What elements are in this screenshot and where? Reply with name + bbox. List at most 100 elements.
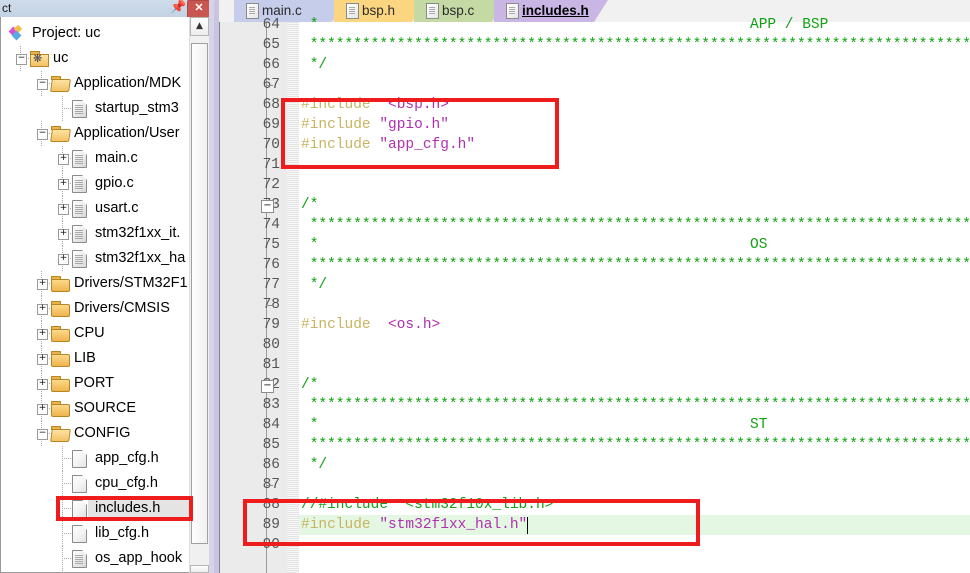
code-line[interactable]: 71 <box>220 155 970 175</box>
comment-text: ****************************************… <box>301 257 970 273</box>
editor-body[interactable]: 64 * APP / BSP 65 ************************… <box>219 17 970 573</box>
tree-collapse-icon[interactable]: − <box>37 129 48 140</box>
line-number: 69 <box>262 117 280 133</box>
code-line[interactable]: 89 #include "stm32f1xx_hal.h" <box>220 515 970 535</box>
tree-item-os-app-hook[interactable]: os_app_hook <box>1 546 189 571</box>
pin-icon[interactable]: 📌 <box>170 1 186 15</box>
code-line[interactable]: 64 * APP / BSP <box>220 15 970 35</box>
project-tree-scrollbar[interactable]: ▲ <box>189 17 209 573</box>
tree-expand-icon[interactable]: + <box>37 354 48 365</box>
code-line[interactable]: 67 <box>220 75 970 95</box>
code-line[interactable]: 76 *************************************… <box>220 255 970 275</box>
code-line[interactable]: 65 *************************************… <box>220 35 970 55</box>
tree-expand-icon[interactable]: + <box>37 379 48 390</box>
code-line[interactable]: 72 <box>220 175 970 195</box>
code-line[interactable]: 81 <box>220 355 970 375</box>
tree-item-main-c[interactable]: + main.c <box>1 146 189 171</box>
tree-item-label: main.c <box>95 150 138 166</box>
close-icon[interactable]: ✕ <box>187 0 211 18</box>
folder-open-icon <box>50 76 71 92</box>
line-number: 85 <box>262 437 280 453</box>
tree-item-config[interactable]: − CONFIG <box>1 421 189 446</box>
code-line[interactable]: 74 *************************************… <box>220 215 970 235</box>
tree-item-cpu[interactable]: + CPU <box>1 321 189 346</box>
project-tree[interactable]: Project: uc − ❋ uc − Application/MDK startup_s… <box>1 17 189 573</box>
line-number: 79 <box>262 317 280 333</box>
tree-item-app-cfg-h[interactable]: app_cfg.h <box>1 446 189 471</box>
tree-item-drivers-cmsis[interactable]: + Drivers/CMSIS <box>1 296 189 321</box>
code-line[interactable]: 87 <box>220 475 970 495</box>
tree-collapse-icon[interactable]: − <box>16 54 27 65</box>
tree-item-uc[interactable]: − ❋ uc <box>1 46 189 71</box>
tree-collapse-icon[interactable]: − <box>37 79 48 90</box>
tree-collapse-icon[interactable]: − <box>37 429 48 440</box>
code-line[interactable]: 90 <box>220 535 970 555</box>
tree-item-lib-cfg-h[interactable]: lib_cfg.h <box>1 521 189 546</box>
tree-item-source[interactable]: + SOURCE <box>1 396 189 421</box>
tree-expand-icon[interactable]: + <box>58 254 69 265</box>
scrollbar-thumb[interactable] <box>191 43 208 544</box>
folder-icon <box>51 276 70 292</box>
tree-item-lib[interactable]: + LIB <box>1 346 189 371</box>
code-text: /* <box>301 375 318 395</box>
tree-item-port[interactable]: + PORT <box>1 371 189 396</box>
file-source-icon <box>72 550 87 568</box>
tree-item-startup-stm3[interactable]: startup_stm3 <box>1 96 189 121</box>
tree-expand-icon[interactable]: + <box>37 329 48 340</box>
tree-item-cpu-cfg-h[interactable]: cpu_cfg.h <box>1 471 189 496</box>
line-number: 77 <box>262 277 280 293</box>
scroll-up-arrow-icon[interactable]: ▲ <box>190 17 209 36</box>
tree-expand-icon[interactable]: + <box>58 179 69 190</box>
file-source-icon <box>72 225 87 243</box>
code-line[interactable]: 84 * ST <box>220 415 970 435</box>
tree-item-usart-c[interactable]: + usart.c <box>1 196 189 221</box>
code-line[interactable]: 85 *************************************… <box>220 435 970 455</box>
line-number: 66 <box>262 57 280 73</box>
code-line[interactable]: 83 *************************************… <box>220 395 970 415</box>
code-line[interactable]: 77 */ <box>220 275 970 295</box>
tree-expand-icon[interactable]: + <box>37 279 48 290</box>
tree-item-gpio-c[interactable]: + gpio.c <box>1 171 189 196</box>
code-line[interactable]: 70 #include "app_cfg.h" <box>220 135 970 155</box>
tree-item-stm32f1xx-ha[interactable]: + stm32f1xx_ha <box>1 246 189 271</box>
scroll-down-arrow-icon[interactable] <box>190 565 209 573</box>
code-line[interactable]: 73−/* <box>220 195 970 215</box>
line-number: 89 <box>262 517 280 533</box>
tree-item-stm32f1xx-it[interactable]: + stm32f1xx_it. <box>1 221 189 246</box>
code-line[interactable]: 80 <box>220 335 970 355</box>
tree-expand-icon[interactable]: + <box>58 204 69 215</box>
tree-expand-icon[interactable]: + <box>37 404 48 415</box>
fold-collapse-icon[interactable]: − <box>261 380 274 393</box>
line-number: 74 <box>262 217 280 233</box>
code-line[interactable]: 69 #include "gpio.h" <box>220 115 970 135</box>
tree-connector <box>62 521 63 546</box>
code-line[interactable]: 78 <box>220 295 970 315</box>
preprocessor-directive: #include <box>301 317 371 333</box>
file-header-icon <box>72 450 87 468</box>
code-line[interactable]: 75 * OS <box>220 235 970 255</box>
code-line[interactable]: 66 */ <box>220 55 970 75</box>
file-header-icon <box>72 500 87 518</box>
code-line[interactable]: 79 #include <os.h> <box>220 315 970 335</box>
folder-icon <box>51 401 70 417</box>
line-number: 84 <box>262 417 280 433</box>
code-line[interactable]: 88 //#include <stm32f10x_lib.h> <box>220 495 970 515</box>
code-line[interactable]: 86 */ <box>220 455 970 475</box>
code-line[interactable]: 68 #include <bsp.h> <box>220 95 970 115</box>
tree-expand-icon[interactable]: + <box>37 304 48 315</box>
include-target: "app_cfg.h" <box>379 137 476 153</box>
tree-item-application-user[interactable]: − Application/User <box>1 121 189 146</box>
code-text: */ <box>301 55 327 75</box>
line-number: 76 <box>262 257 280 273</box>
tree-expand-icon[interactable]: + <box>58 229 69 240</box>
code-line[interactable]: 82−/* <box>220 375 970 395</box>
file-source-icon <box>72 175 87 193</box>
project-tree-frame: Project: uc − ❋ uc − Application/MDK startup_s… <box>0 17 209 573</box>
tree-item-label: PORT <box>74 375 115 391</box>
fold-collapse-icon[interactable]: − <box>261 200 274 213</box>
tree-item-includes-h[interactable]: includes.h <box>1 496 189 521</box>
tree-item-application-mdk[interactable]: − Application/MDK <box>1 71 189 96</box>
tree-expand-icon[interactable]: + <box>58 154 69 165</box>
tree-item-drivers-stm32f1[interactable]: + Drivers/STM32F1 <box>1 271 189 296</box>
tree-item-project-uc[interactable]: Project: uc <box>1 21 189 46</box>
